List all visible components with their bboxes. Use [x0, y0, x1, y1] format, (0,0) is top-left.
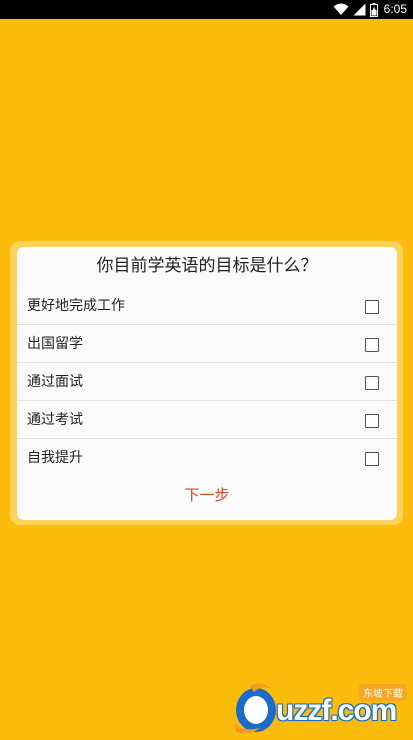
goal-dialog: 你目前学英语的目标是什么？ 更好地完成工作 出国留学 通过面试 通过考试 自我提…: [17, 247, 397, 520]
next-button[interactable]: 下一步: [157, 483, 257, 507]
status-icons: 6:05: [333, 2, 407, 17]
option-label: 更好地完成工作: [27, 298, 125, 314]
option-pass-interview[interactable]: 通过面试: [17, 363, 397, 401]
option-better-work[interactable]: 更好地完成工作: [17, 287, 397, 325]
option-label: 自我提升: [27, 450, 83, 466]
battery-icon: [369, 2, 378, 17]
option-label: 出国留学: [27, 336, 83, 352]
wifi-icon: [333, 3, 349, 15]
option-study-abroad[interactable]: 出国留学: [17, 325, 397, 363]
self-improvement-checkbox[interactable]: [365, 452, 379, 466]
status-time: 6:05: [383, 2, 407, 16]
status-bar: 6:05: [0, 0, 413, 19]
pass-exam-checkbox[interactable]: [365, 414, 379, 428]
watermark: 东坡下载 uzzf.com: [230, 676, 413, 740]
option-pass-exam[interactable]: 通过考试: [17, 401, 397, 439]
pass-interview-checkbox[interactable]: [365, 376, 379, 390]
signal-icon: [353, 3, 366, 16]
option-label: 通过考试: [27, 412, 83, 428]
watermark-brand: uzzf.com: [276, 694, 397, 727]
option-self-improvement[interactable]: 自我提升: [17, 439, 397, 477]
option-label: 通过面试: [27, 374, 83, 390]
watermark-logo-icon: [234, 683, 276, 734]
dialog-title: 你目前学英语的目标是什么？: [96, 256, 318, 276]
study-abroad-checkbox[interactable]: [365, 338, 379, 352]
options-list: 更好地完成工作 出国留学 通过面试 通过考试 自我提升: [17, 287, 397, 477]
better-work-checkbox[interactable]: [365, 300, 379, 314]
